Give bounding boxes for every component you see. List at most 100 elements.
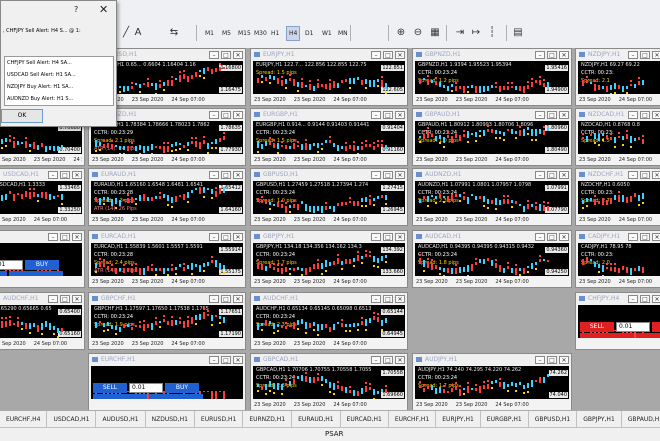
minimize-button[interactable]: – (628, 233, 638, 241)
timeframe-button-h1[interactable]: H1 (269, 27, 281, 40)
chart-window[interactable]: CHFJPY,H4–□✕SELL0.01BUY 978 (575, 292, 660, 350)
minimize-button[interactable]: – (371, 295, 381, 303)
chart-window[interactable]: AUDNZD,H1–□✕AUDNZD,H1 1.07991 1.0801 1.0… (412, 168, 572, 226)
timeframe-button-h4[interactable]: H4 (286, 26, 300, 41)
chart-tab[interactable]: AUDUSD,H1 (96, 411, 145, 428)
chart-window-title[interactable]: EURAUD,H1–□✕ (89, 169, 245, 180)
chart-window-title[interactable]: EURJPY,H1–□✕ (251, 49, 407, 60)
minimize-button[interactable]: – (628, 171, 638, 179)
zoom-out-icon[interactable]: ⊖ (412, 27, 424, 39)
price-chart[interactable]: CADJPY,H1 78.95 78CCTR: 00:23:Spread: 2.… (578, 243, 660, 276)
chart-window-title[interactable]: EURGBP,H1–□✕ (251, 109, 407, 120)
maximize-button[interactable]: □ (640, 233, 650, 241)
minimize-button[interactable]: – (209, 111, 219, 119)
chart-tab[interactable]: NZDUSD,H1 (146, 411, 195, 428)
price-chart[interactable]: GBPNZD,H1 1.9394 1.95523 1.953941.954161… (415, 61, 569, 94)
maximize-button[interactable]: □ (221, 51, 231, 59)
chart-window-title[interactable]: GBPUSD,H1–□✕ (251, 169, 407, 180)
price-chart[interactable]: USDCAD,H1 1.33331.334651.33250 (0, 181, 82, 214)
chart-window-title[interactable]: GBPJPY,H1–□✕ (251, 231, 407, 242)
timeframe-button-d1[interactable]: D1 (303, 27, 315, 40)
period-separators-icon[interactable]: ┆ (486, 27, 498, 39)
grid-icon[interactable]: ▦ (429, 27, 441, 39)
chart-window[interactable]: NZDJPY,H1–□✕NZDJPY,H1 69.27 69.22CCTR: 0… (575, 48, 660, 106)
chart-window[interactable]: GBPCHF,H1–□✕GBPCHF,H1 1.17597 1.17650 1.… (88, 292, 246, 350)
chart-window-title[interactable]: GBPNZD,H1–□✕ (413, 49, 571, 60)
maximize-button[interactable]: □ (221, 233, 231, 241)
maximize-button[interactable]: □ (640, 295, 650, 303)
close-button[interactable]: ✕ (652, 111, 660, 119)
chart-window-title[interactable]: NZDCHF,H1–□✕ (576, 169, 660, 180)
price-chart[interactable]: EURCAD,H1 1.55839 1.5601 1.5557 1.55911.… (91, 243, 243, 276)
maximize-button[interactable]: □ (383, 356, 393, 364)
close-button[interactable]: ✕ (72, 171, 82, 179)
buy-price[interactable] (636, 333, 660, 338)
buy-button[interactable]: BUY (25, 260, 59, 270)
buy-button[interactable]: BUY (652, 322, 660, 332)
chart-window[interactable]: NZDCAD,H1–□✕NZDCAD,H1 0.8768 0.8CCTR: 00… (575, 108, 660, 166)
chart-window[interactable]: NZDCHF,H1–□✕NZDCHF,H1 0.6050CCTR: 00:23:… (575, 168, 660, 226)
close-button[interactable]: ✕ (395, 51, 405, 59)
close-button[interactable]: ✕ (233, 356, 243, 364)
maximize-button[interactable]: □ (60, 233, 70, 241)
templates-icon[interactable]: ▤ (512, 27, 524, 39)
chart-tab[interactable]: EURCHF,H1 (389, 411, 436, 428)
chart-window-title[interactable]: AUDJPY,H1–□✕ (413, 354, 571, 365)
price-chart[interactable]: AUDCAD,H1 0.94395 0.94395 0.94315 0.9432… (415, 243, 569, 276)
minimize-button[interactable]: – (209, 295, 219, 303)
maximize-button[interactable]: □ (221, 295, 231, 303)
sell-price[interactable]: 1.07 771 (93, 394, 147, 399)
price-chart[interactable]: GBPUSD,H1 1.27459 1.27518 1.27394 1.2741… (253, 181, 405, 214)
price-chart[interactable]: AUDCHF,H1 0.65134 0.65145 0.65098 0.6513… (253, 305, 405, 338)
price-chart[interactable]: GBPCHF,H1 1.17597 1.17650 1.17538 1.1765… (91, 305, 243, 338)
minimize-button[interactable]: – (209, 233, 219, 241)
chart-window-title[interactable]: NZDCAD,H1–□✕ (576, 109, 660, 120)
minimize-button[interactable]: – (48, 233, 58, 241)
maximize-button[interactable]: □ (640, 51, 650, 59)
alert-list-item[interactable]: NZDJPY Buy Alert: H1 SA... (5, 81, 113, 93)
chart-window-title[interactable]: AUDCAD,H1–□✕ (413, 231, 571, 242)
chart-window-title[interactable]: AUDCHF,H1–□✕ (251, 293, 407, 304)
maximize-button[interactable]: □ (547, 51, 557, 59)
maximize-button[interactable]: □ (383, 233, 393, 241)
chart-window-title[interactable]: GBPAUD,H1–□✕ (413, 109, 571, 120)
chart-window[interactable]: EURCHF,H1–□✕SELL0.01BUY1.07 7711.07 784 (88, 353, 246, 410)
chart-window[interactable]: CADJPY,H1–□✕CADJPY,H1 78.95 78CCTR: 00:2… (575, 230, 660, 288)
chart-window-title[interactable]: CHFJPY,H4–□✕ (576, 293, 660, 304)
close-button[interactable]: ✕ (233, 233, 243, 241)
timeframe-button-mn[interactable]: MN (336, 27, 350, 40)
minimize-button[interactable]: – (209, 356, 219, 364)
timeframe-button-m5[interactable]: M5 (220, 27, 233, 40)
chart-window[interactable]: GBPJPY,H1–□✕GBPJPY,H1 134.18 134.356 134… (250, 230, 408, 288)
close-button[interactable]: ✕ (72, 295, 82, 303)
price-chart[interactable]: SELL0.01BUY 0.92 542 (0, 243, 82, 276)
minimize-button[interactable]: – (628, 111, 638, 119)
maximize-button[interactable]: □ (60, 295, 70, 303)
minimize-button[interactable]: – (371, 233, 381, 241)
maximize-button[interactable]: □ (383, 111, 393, 119)
price-chart[interactable]: GBPCAD,H1 1.70706 1.70755 1.70558 1.7055… (253, 366, 405, 399)
maximize-button[interactable]: □ (383, 295, 393, 303)
minimize-button[interactable]: – (371, 111, 381, 119)
alert-list-item[interactable]: CHFJPY Sell Alert: H4 SA... (5, 57, 113, 69)
minimize-button[interactable]: – (371, 51, 381, 59)
minimize-button[interactable]: – (48, 295, 58, 303)
close-button[interactable]: ✕ (233, 171, 243, 179)
chart-window[interactable]: EURCAD,H1–□✕EURCAD,H1 1.55839 1.5601 1.5… (88, 230, 246, 288)
price-chart[interactable]: GBPJPY,H1 134.18 134.356 134.162 134.313… (253, 243, 405, 276)
chart-window[interactable]: GBPNZD,H1–□✕GBPNZD,H1 1.9394 1.95523 1.9… (412, 48, 572, 106)
chart-tab[interactable]: GBPUSD,H1 (529, 411, 577, 428)
minimize-button[interactable]: – (535, 111, 545, 119)
minimize-button[interactable]: – (48, 171, 58, 179)
price-chart[interactable]: AUDNZD,H1 1.07991 1.0801 1.07957 1.07981… (415, 181, 569, 214)
chart-window[interactable]: AUDCHF,H1–□✕AUDCHF,H1 0.65134 0.65145 0.… (250, 292, 408, 350)
minimize-button[interactable]: – (371, 171, 381, 179)
close-button[interactable]: ✕ (395, 295, 405, 303)
arrows-icon[interactable]: ⇆ (168, 27, 180, 39)
chart-window[interactable]: –□✕SELL0.01BUY 0.92 542 (0, 230, 85, 288)
help-button[interactable]: ? (74, 5, 78, 14)
alert-list-item[interactable]: USDCAD Sell Alert: H1 SA... (5, 69, 113, 81)
chart-window[interactable]: AUDCAD,H1–□✕AUDCAD,H1 0.94395 0.94395 0.… (412, 230, 572, 288)
close-button[interactable]: ✕ (99, 3, 108, 16)
maximize-button[interactable]: □ (547, 356, 557, 364)
